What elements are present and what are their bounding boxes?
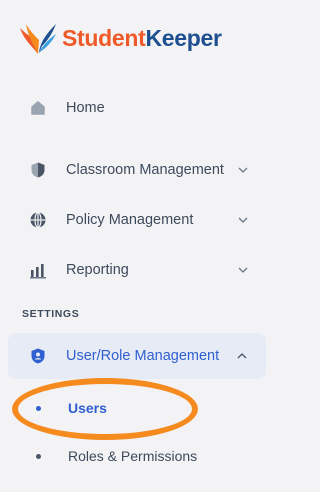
bullet-icon — [36, 405, 41, 411]
sidebar-item-classroom-management[interactable]: Classroom Management — [0, 150, 277, 190]
sidebar-subitem-label: Roles & Permissions — [68, 448, 198, 464]
logo-wings-icon — [20, 24, 56, 54]
bar-chart-icon — [28, 260, 48, 280]
sidebar-item-label: User/Role Management — [66, 348, 220, 364]
sidebar-item-label: Policy Management — [66, 212, 194, 228]
sidebar-subitem-roles-permissions[interactable]: Roles & Permissions — [0, 440, 277, 472]
brand-part-1: Student — [62, 24, 146, 51]
sidebar-item-label: Reporting — [66, 262, 129, 278]
sidebar-item-label: Home — [66, 100, 105, 116]
sidebar-item-policy-management[interactable]: Policy Management — [0, 200, 277, 240]
sidebar-item-reporting[interactable]: Reporting — [0, 250, 277, 290]
sidebar-item-home[interactable]: Home — [0, 88, 277, 128]
app-logo[interactable]: StudentKeeper — [18, 18, 222, 58]
bullet-icon — [36, 453, 41, 459]
chevron-up-icon — [236, 350, 248, 362]
home-icon — [28, 98, 48, 118]
chevron-down-icon — [237, 214, 249, 226]
shield-icon — [28, 160, 48, 180]
sidebar-subitem-users[interactable]: Users — [0, 392, 277, 424]
sidebar-item-user-role-management[interactable]: User/Role Management — [8, 333, 266, 379]
sidebar-subitem-label: Users — [68, 400, 107, 416]
chevron-down-icon — [237, 264, 249, 276]
sidebar-item-label: Classroom Management — [66, 162, 224, 178]
settings-section-label: SETTINGS — [22, 308, 80, 320]
user-shield-icon — [28, 346, 48, 366]
brand-part-2: Keeper — [145, 24, 222, 51]
chevron-down-icon — [237, 164, 249, 176]
globe-icon — [28, 210, 48, 230]
brand-name: StudentKeeper — [62, 24, 222, 51]
